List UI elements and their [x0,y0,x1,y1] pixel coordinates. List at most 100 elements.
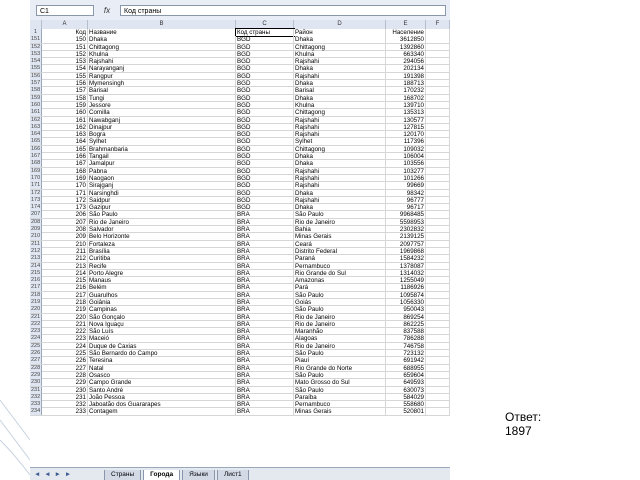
row-number[interactable]: 217 [30,284,42,292]
cell-id[interactable]: 232 [42,401,88,409]
cell-district[interactable]: Alagoas [294,335,386,343]
cell-population[interactable]: 1255049 [386,277,426,285]
cell-name[interactable]: Brasília [88,247,236,255]
cell-population[interactable]: 2097757 [386,240,426,248]
cell-id[interactable]: 157 [42,87,88,95]
cell-country-code[interactable]: BGD [236,80,294,88]
cell-district[interactable]: Khulna [294,101,386,109]
cell-district[interactable]: Rajshahi [294,174,386,182]
row-number[interactable]: 209 [30,226,42,234]
cell-id[interactable]: 171 [42,189,88,197]
cell-name[interactable]: Narsinghdi [88,189,236,197]
cell-district[interactable]: Dhaka [294,153,386,161]
cell-id[interactable]: 173 [42,204,88,212]
empty-cell[interactable] [426,408,450,416]
cell-district[interactable]: Dhaka [294,36,386,44]
cell-name[interactable]: São Luís [88,328,236,336]
row-number[interactable]: 224 [30,335,42,343]
cell-country-code[interactable]: BRA [236,240,294,248]
cell-country-code[interactable]: BRA [236,320,294,328]
row-number[interactable]: 211 [30,240,42,248]
cell-country-code[interactable]: BRA [236,379,294,387]
cell-id[interactable]: 162 [42,123,88,131]
column-header[interactable]: F [426,20,450,29]
empty-cell[interactable] [426,174,450,182]
cell-district[interactable]: São Paulo [294,291,386,299]
cell-name[interactable]: Guarulhos [88,291,236,299]
cell-name[interactable]: Gazipur [88,204,236,212]
cell-id[interactable]: 169 [42,174,88,182]
cell-population[interactable]: 1969868 [386,247,426,255]
cell-id[interactable]: 211 [42,247,88,255]
cell-name[interactable]: Narayanganj [88,65,236,73]
cell-country-code[interactable]: BRA [236,350,294,358]
cell-country-code[interactable]: BGD [236,72,294,80]
cell-id[interactable]: 222 [42,328,88,336]
cell-country-code[interactable]: BGD [236,145,294,153]
row-number[interactable]: 208 [30,218,42,226]
cell-population[interactable]: 96777 [386,196,426,204]
cell-district[interactable]: Barisal [294,87,386,95]
cell-id[interactable]: 221 [42,320,88,328]
empty-cell[interactable] [426,204,450,212]
cell-district[interactable]: Amazonas [294,277,386,285]
header-cell[interactable]: Код [42,29,88,36]
row-number[interactable]: 231 [30,386,42,394]
cell-country-code[interactable]: BRA [236,328,294,336]
cell-country-code[interactable]: BRA [236,393,294,401]
cell-country-code[interactable]: BRA [236,291,294,299]
cell-country-code[interactable]: BRA [236,408,294,416]
cell-name[interactable]: Jamalpur [88,160,236,168]
cell-district[interactable]: Distrito Federal [294,247,386,255]
cell-country-code[interactable]: BGD [236,160,294,168]
cell-country-code[interactable]: BGD [236,123,294,131]
cell-country-code[interactable]: BRA [236,218,294,226]
cell-country-code[interactable]: BRA [236,277,294,285]
column-header[interactable]: D [294,20,386,29]
cell-country-code[interactable]: BGD [236,138,294,146]
cell-country-code[interactable]: BGD [236,182,294,190]
cell-population[interactable]: 139710 [386,101,426,109]
cell-district[interactable]: Rio de Janeiro [294,218,386,226]
sheet-tab[interactable]: Лист1 [216,470,249,480]
cell-district[interactable]: São Paulo [294,211,386,219]
row-number[interactable]: 171 [30,182,42,190]
cell-district[interactable]: Chittagong [294,109,386,117]
empty-cell[interactable] [426,138,450,146]
cell-id[interactable]: 220 [42,313,88,321]
cell-population[interactable]: 659604 [386,371,426,379]
cell-name[interactable]: Goiânia [88,298,236,306]
cell-id[interactable]: 224 [42,342,88,350]
cell-population[interactable]: 862225 [386,320,426,328]
cell-country-code[interactable]: BRA [236,255,294,263]
column-header[interactable]: E [386,20,426,29]
cell-district[interactable]: Dhaka [294,80,386,88]
cell-name[interactable]: Chittagong [88,43,236,51]
cell-population[interactable]: 99669 [386,182,426,190]
empty-cell[interactable] [426,196,450,204]
empty-cell[interactable] [426,29,450,36]
cell-country-code[interactable]: BRA [236,401,294,409]
cell-name[interactable]: Rio de Janeiro [88,218,236,226]
cell-population[interactable]: 135313 [386,109,426,117]
header-cell-selected[interactable]: Код страны [235,28,295,37]
empty-cell[interactable] [426,350,450,358]
cell-id[interactable]: 164 [42,138,88,146]
empty-cell[interactable] [426,94,450,102]
column-header[interactable]: C [236,20,294,29]
cell-population[interactable]: 649593 [386,379,426,387]
cell-country-code[interactable]: BGD [236,131,294,139]
cell-id[interactable]: 155 [42,72,88,80]
select-all-corner[interactable] [30,20,42,29]
row-number[interactable]: 216 [30,277,42,285]
cell-district[interactable]: Ceará [294,240,386,248]
cell-id[interactable]: 170 [42,182,88,190]
cell-id[interactable]: 165 [42,145,88,153]
cell-district[interactable]: Rio Grande do Sul [294,269,386,277]
column-header[interactable]: A [42,20,88,29]
empty-cell[interactable] [426,277,450,285]
cell-name[interactable]: Dhaka [88,36,236,44]
cell-district[interactable]: Paraná [294,255,386,263]
cell-name[interactable]: São Paulo [88,211,236,219]
cell-country-code[interactable]: BRA [236,371,294,379]
